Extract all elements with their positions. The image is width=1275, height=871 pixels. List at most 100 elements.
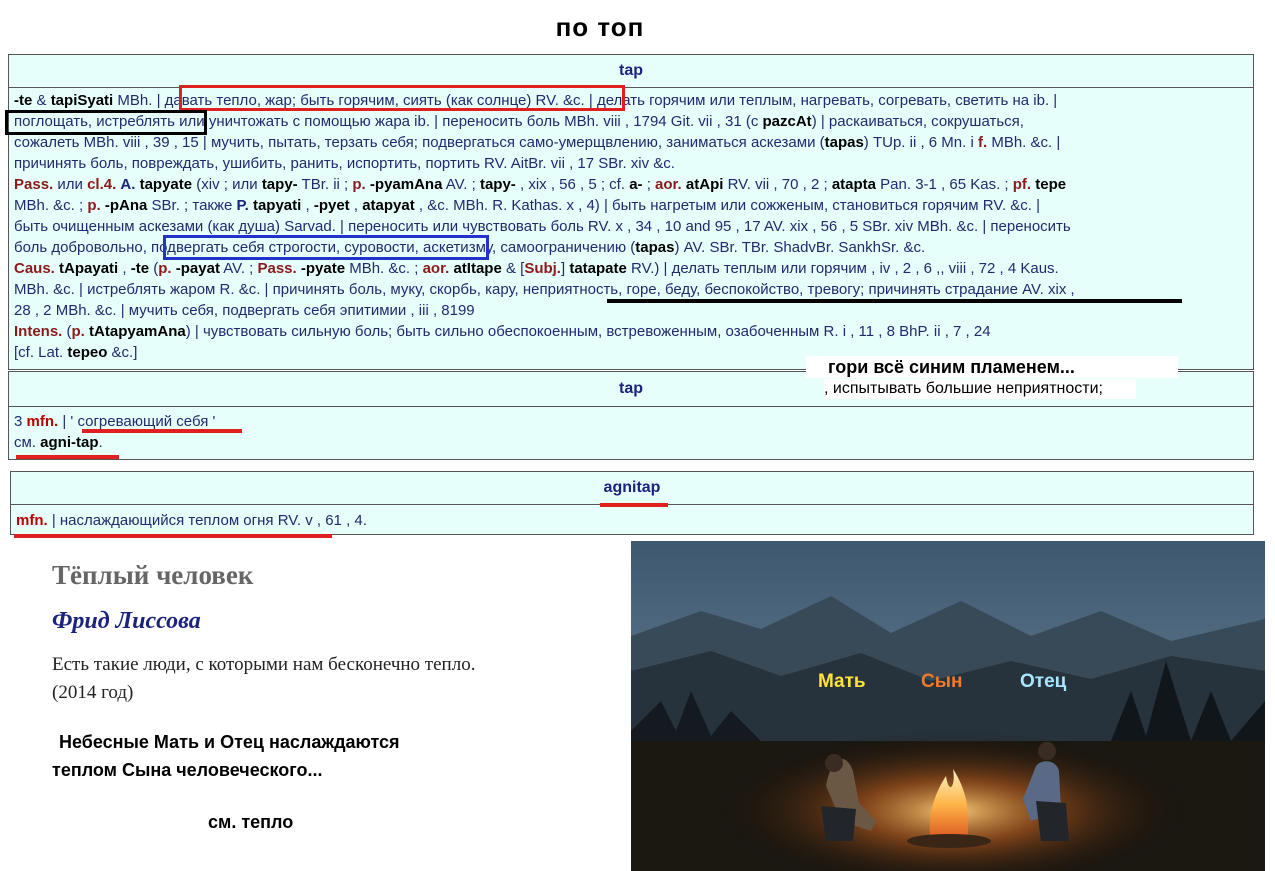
entry-text: ,: [349, 197, 363, 214]
entry-term: pazcAt: [762, 113, 812, 130]
entry-term: -pyamAna: [369, 176, 443, 193]
entry-text: поглощать, истреблять или уничтожать с п…: [14, 113, 763, 130]
entry-line: см. agni-tap.: [14, 432, 1248, 453]
entry-text: AV. ;: [442, 176, 480, 193]
entry-line: сожалеть MBh. viii , 39 , 15 | мучить, п…: [14, 132, 1248, 153]
campfire-photo: Мать Сын Отец: [631, 541, 1265, 871]
entry-text: MBh. &c. |: [987, 134, 1061, 151]
campfire-scene: [631, 541, 1265, 871]
entry-line: Caus. tApayati , -te (p. -payat AV. ; Pa…: [14, 258, 1248, 279]
photo-label-mother: Мать: [818, 671, 866, 692]
heavenly-line-1: Небесные Мать и Отец наслаждаются: [59, 732, 400, 752]
entry-text: 28 , 2 MBh. &c. | мучить себя, подвергат…: [14, 302, 475, 319]
heavenly-note: Небесные Мать и Отец наслаждаются теплом…: [52, 728, 400, 784]
entry-text: (: [62, 323, 72, 340]
entry-term: a-: [629, 176, 643, 193]
entry-term: tapas: [635, 239, 675, 256]
entry-text: & [: [501, 260, 525, 277]
entry-term: cl.4.: [87, 176, 117, 193]
entry-line: 28 , 2 MBh. &c. | мучить себя, подвергат…: [14, 300, 1248, 321]
page-heading: по топ: [555, 12, 645, 42]
entry-term: tepeo: [67, 344, 108, 361]
entry-term: tApayati: [59, 260, 119, 277]
entry-term: tapiSyati: [50, 92, 114, 109]
photo-label-son: Сын: [921, 671, 963, 692]
entry-term: tapy-: [479, 176, 516, 193]
entry-text: &c.]: [107, 344, 138, 361]
entry-term: atApi: [685, 176, 724, 193]
entry-text: MBh. &c. ;: [14, 197, 88, 214]
entry-text: причинять боль, повреждать, ушибить, ран…: [14, 155, 675, 172]
entry-line: mfn. | наслаждающийся теплом огня RV. v …: [16, 510, 1248, 531]
heavenly-line-2: теплом Сына человеческого...: [52, 760, 323, 780]
entry-text: &: [32, 92, 51, 109]
entry-text: MBh. &c. ;: [345, 260, 423, 277]
entry-term: p.: [87, 197, 101, 214]
entry-text: RV.) | делать теплым или горячим , iv , …: [626, 260, 1059, 277]
entry-line: Pass. или cl.4. A. tapyate (xiv ; или ta…: [14, 174, 1248, 195]
entry-term: tapy-: [261, 176, 298, 193]
entry-line: боль добровольно, подвергать себя строго…: [14, 237, 1248, 258]
entry-body: -te & tapiSyati MBh. | давать тепло, жар…: [9, 88, 1253, 365]
entry-term: pf.: [1012, 176, 1032, 193]
article-title[interactable]: Тёплый человек: [52, 560, 253, 591]
entry-line: быть очищенным аскезами (как душа) Sarva…: [14, 216, 1248, 237]
entry-text: 3: [14, 413, 27, 430]
entry-term: f.: [977, 134, 988, 151]
entry-text: TBr. ii ;: [297, 176, 353, 193]
entry-term: Pass.: [257, 260, 297, 277]
entry-text: ,: [301, 197, 314, 214]
entry-text: MBh. &c. | истреблять жаром R. &c. | при…: [14, 281, 1075, 298]
overlay-caption: , испытывать большие неприятности;: [824, 379, 1136, 399]
photo-label-father: Отец: [1020, 671, 1067, 692]
entry-title[interactable]: agnitap: [11, 472, 1253, 505]
entry-text: .: [98, 434, 103, 451]
entry-line: причинять боль, повреждать, ушибить, ран…: [14, 153, 1248, 174]
entry-line: -te & tapiSyati MBh. | давать тепло, жар…: [14, 90, 1248, 111]
entry-term: Intens.: [14, 323, 63, 340]
article-text: Есть такие люди, с которыми нам бесконеч…: [52, 651, 612, 707]
see-warm-note: см. тепло: [208, 812, 294, 832]
entry-text: или: [53, 176, 88, 193]
entry-text: , &c. MBh. R. Kathas. x , 4) | быть нагр…: [414, 197, 1041, 214]
entry-text: RV. vii , 70 , 2 ;: [723, 176, 832, 193]
entry-term: mfn.: [16, 512, 48, 529]
underline-red: [82, 429, 242, 433]
entry-term: -te: [130, 260, 150, 277]
entry-term: atItape: [453, 260, 502, 277]
entry-title[interactable]: tap: [9, 55, 1253, 88]
entry-line: Intens. (p. tAtapyamAna) | чувствовать с…: [14, 321, 1248, 342]
entry-line: MBh. &c. | истреблять жаром R. &c. | при…: [14, 279, 1248, 300]
entry-text: MBh. | давать тепло, жар; быть горячим, …: [113, 92, 1058, 109]
entry-term: aor.: [422, 260, 450, 277]
underline-red: [600, 503, 668, 507]
entry-term: mfn.: [26, 413, 59, 430]
article-sentence: Есть такие люди, с которыми нам бесконеч…: [52, 654, 476, 675]
article-author[interactable]: Фрид Лиссова: [52, 608, 201, 635]
entry-line: поглощать, истреблять или уничтожать с п…: [14, 111, 1248, 132]
entry-text: (xiv ; или: [192, 176, 262, 193]
entry-term: Pass.: [14, 176, 54, 193]
entry-term: atapyat: [362, 197, 415, 214]
entry-term: P.: [236, 197, 249, 214]
entry-text: ) | раскаиваться, сокрушаться,: [811, 113, 1024, 130]
underline-red: [16, 455, 119, 459]
underline-black: [607, 299, 1182, 303]
entry-text: ) | чувствовать сильную боль; быть сильн…: [185, 323, 991, 340]
entry-text: боль добровольно, подвергать себя строго…: [14, 239, 636, 256]
entry-term: p.: [158, 260, 172, 277]
entry-text: см.: [14, 434, 41, 451]
entry-term: -te: [14, 92, 33, 109]
entry-text: ;: [642, 176, 656, 193]
entry-text: AV. ;: [219, 260, 258, 277]
entry-body: mfn. | наслаждающийся теплом огня RV. v …: [11, 505, 1253, 533]
entry-line: MBh. &c. ; p. -pAna SBr. ; также P. tapy…: [14, 195, 1248, 216]
entry-term: Caus.: [14, 260, 55, 277]
article-year: (2014 год): [52, 682, 134, 703]
entry-text: | наслаждающийся теплом огня RV. v , 61 …: [47, 512, 367, 529]
entry-term: tapas: [824, 134, 864, 151]
entry-term: -pAna: [104, 197, 148, 214]
entry-text: ,: [118, 260, 131, 277]
entry-text: быть очищенным аскезами (как душа) Sarva…: [14, 218, 1071, 235]
entry-text: , xix , 56 , 5 ; cf.: [515, 176, 630, 193]
